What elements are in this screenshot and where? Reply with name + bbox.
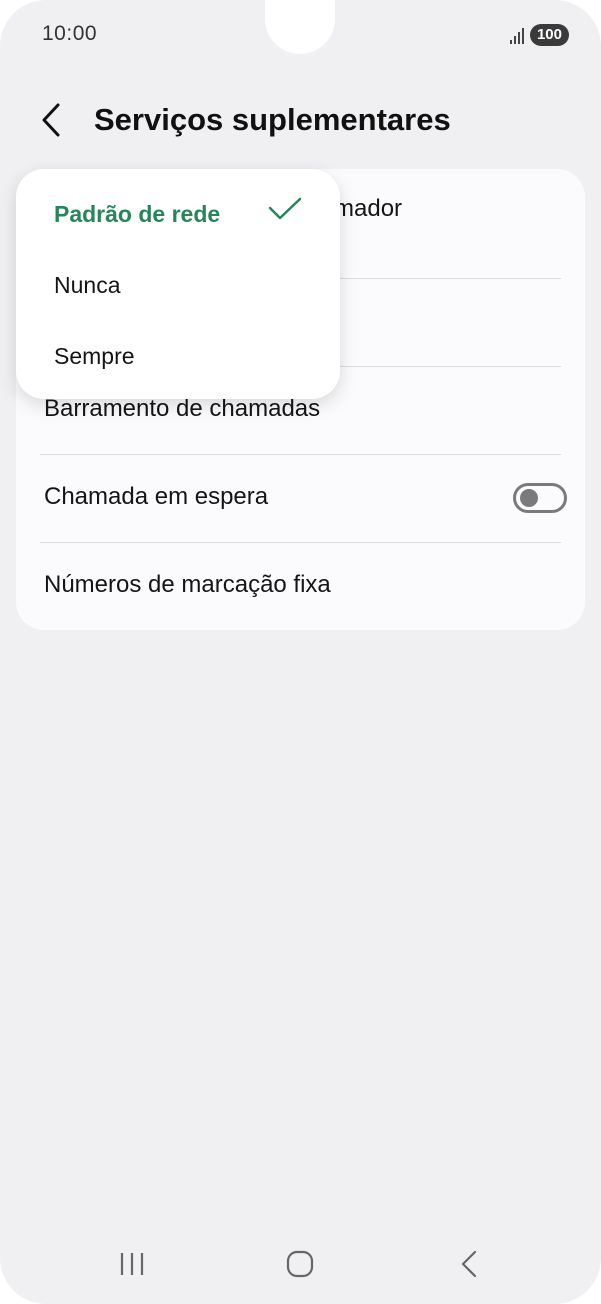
fixed-dialing-label: Números de marcação fixa bbox=[44, 571, 331, 598]
call-barring-label: Barramento de chamadas bbox=[44, 395, 321, 422]
nav-back-button[interactable] bbox=[458, 1250, 480, 1283]
option-network-default[interactable]: Padrão de rede bbox=[54, 201, 220, 228]
camera-notch bbox=[265, 0, 335, 54]
recents-icon bbox=[120, 1253, 144, 1275]
phone-screen: 10:00 100 Serviços suplementares mador B… bbox=[0, 0, 601, 1304]
navigation-bar bbox=[0, 1240, 601, 1290]
divider bbox=[40, 454, 561, 455]
list-item-caller-id[interactable]: mador bbox=[334, 195, 557, 223]
home-icon bbox=[286, 1250, 314, 1278]
option-never[interactable]: Nunca bbox=[54, 272, 120, 299]
chevron-left-icon bbox=[42, 103, 60, 137]
list-item-call-waiting[interactable]: Chamada em espera bbox=[44, 483, 557, 511]
battery-indicator: 100 bbox=[529, 24, 569, 46]
call-waiting-toggle[interactable] bbox=[513, 483, 567, 513]
checkmark-icon bbox=[268, 197, 302, 220]
divider bbox=[40, 542, 561, 543]
header: Serviços suplementares bbox=[40, 96, 451, 144]
back-icon bbox=[461, 1250, 477, 1278]
dropdown-popup: Padrão de rede Nunca Sempre bbox=[16, 169, 340, 399]
status-time: 10:00 bbox=[42, 22, 98, 45]
call-waiting-label: Chamada em espera bbox=[44, 483, 269, 510]
recents-button[interactable] bbox=[118, 1250, 146, 1283]
home-button[interactable] bbox=[285, 1250, 315, 1283]
signal-icon bbox=[509, 26, 524, 44]
option-always[interactable]: Sempre bbox=[54, 343, 135, 370]
status-icons: 100 bbox=[509, 24, 569, 46]
list-item-call-barring[interactable]: Barramento de chamadas bbox=[44, 395, 557, 423]
back-button[interactable] bbox=[40, 96, 80, 144]
list-item-fixed-dialing[interactable]: Números de marcação fixa bbox=[44, 571, 557, 599]
caller-id-label: mador bbox=[334, 195, 403, 222]
page-title: Serviços suplementares bbox=[94, 102, 451, 137]
toggle-knob bbox=[520, 489, 538, 507]
